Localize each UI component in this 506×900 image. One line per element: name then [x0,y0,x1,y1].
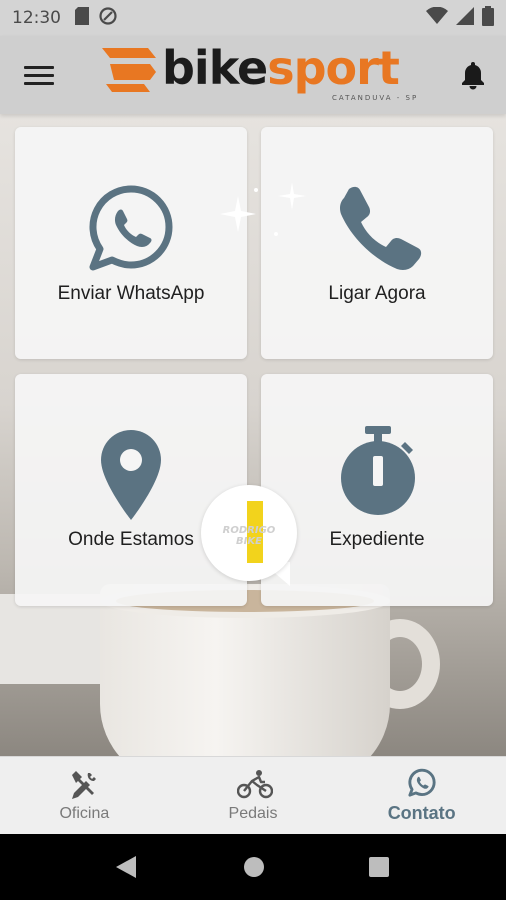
status-bar: 12:30 [0,0,506,36]
status-time: 12:30 [12,8,61,28]
whatsapp-card-label: Enviar WhatsApp [57,283,205,304]
sd-card-icon [75,6,89,30]
bottom-navigation: Oficina Pedais Contato [0,756,506,834]
home-icon[interactable] [243,856,265,883]
location-pin-icon [95,426,167,526]
app-bar: bikesport CATANDUVA - SP [0,36,506,114]
nav-item-contato[interactable]: Contato [337,757,506,834]
hamburger-menu-icon[interactable] [24,63,54,87]
signal-icon [456,6,474,30]
nav-label-pedais: Pedais [228,804,278,822]
nav-label-oficina: Oficina [59,804,110,822]
vpn-icon [99,6,117,30]
cyclist-icon [236,769,274,801]
battery-icon [482,5,494,31]
stopwatch-icon [327,424,427,524]
bikesport-logo: bikesport CATANDUVA - SP [100,40,420,108]
whatsapp-card[interactable]: Enviar WhatsApp [15,127,247,359]
logo-wordmark: bikesport [162,40,400,96]
logo-text-bike: bike [162,41,268,95]
location-card[interactable]: Onde Estamos [15,374,247,606]
sparkle-icon [220,182,306,236]
schedule-card[interactable]: Expediente [261,374,493,606]
nav-label-contato: Contato [387,803,456,823]
system-navigation-bar [0,834,506,900]
badge-logo-text: RODRIGO BIKE [222,525,276,547]
phone-icon [327,183,427,283]
call-now-card-label: Ligar Agora [328,283,426,304]
background-shelf [0,594,110,684]
back-icon[interactable] [116,856,136,883]
bell-icon[interactable] [460,60,486,90]
whatsapp-icon [406,767,438,799]
tools-icon [68,769,100,801]
logo-speed-lines-icon [102,48,156,92]
nav-item-oficina[interactable]: Oficina [0,757,169,834]
logo-subtitle: CATANDUVA - SP [332,94,419,102]
nav-item-pedais[interactable]: Pedais [169,757,338,834]
wifi-icon [426,6,448,30]
logo-text-sport: sport [267,41,400,95]
whatsapp-icon [81,179,181,279]
floating-brand-badge[interactable]: RODRIGO BIKE [201,485,297,581]
recents-icon[interactable] [369,857,389,882]
